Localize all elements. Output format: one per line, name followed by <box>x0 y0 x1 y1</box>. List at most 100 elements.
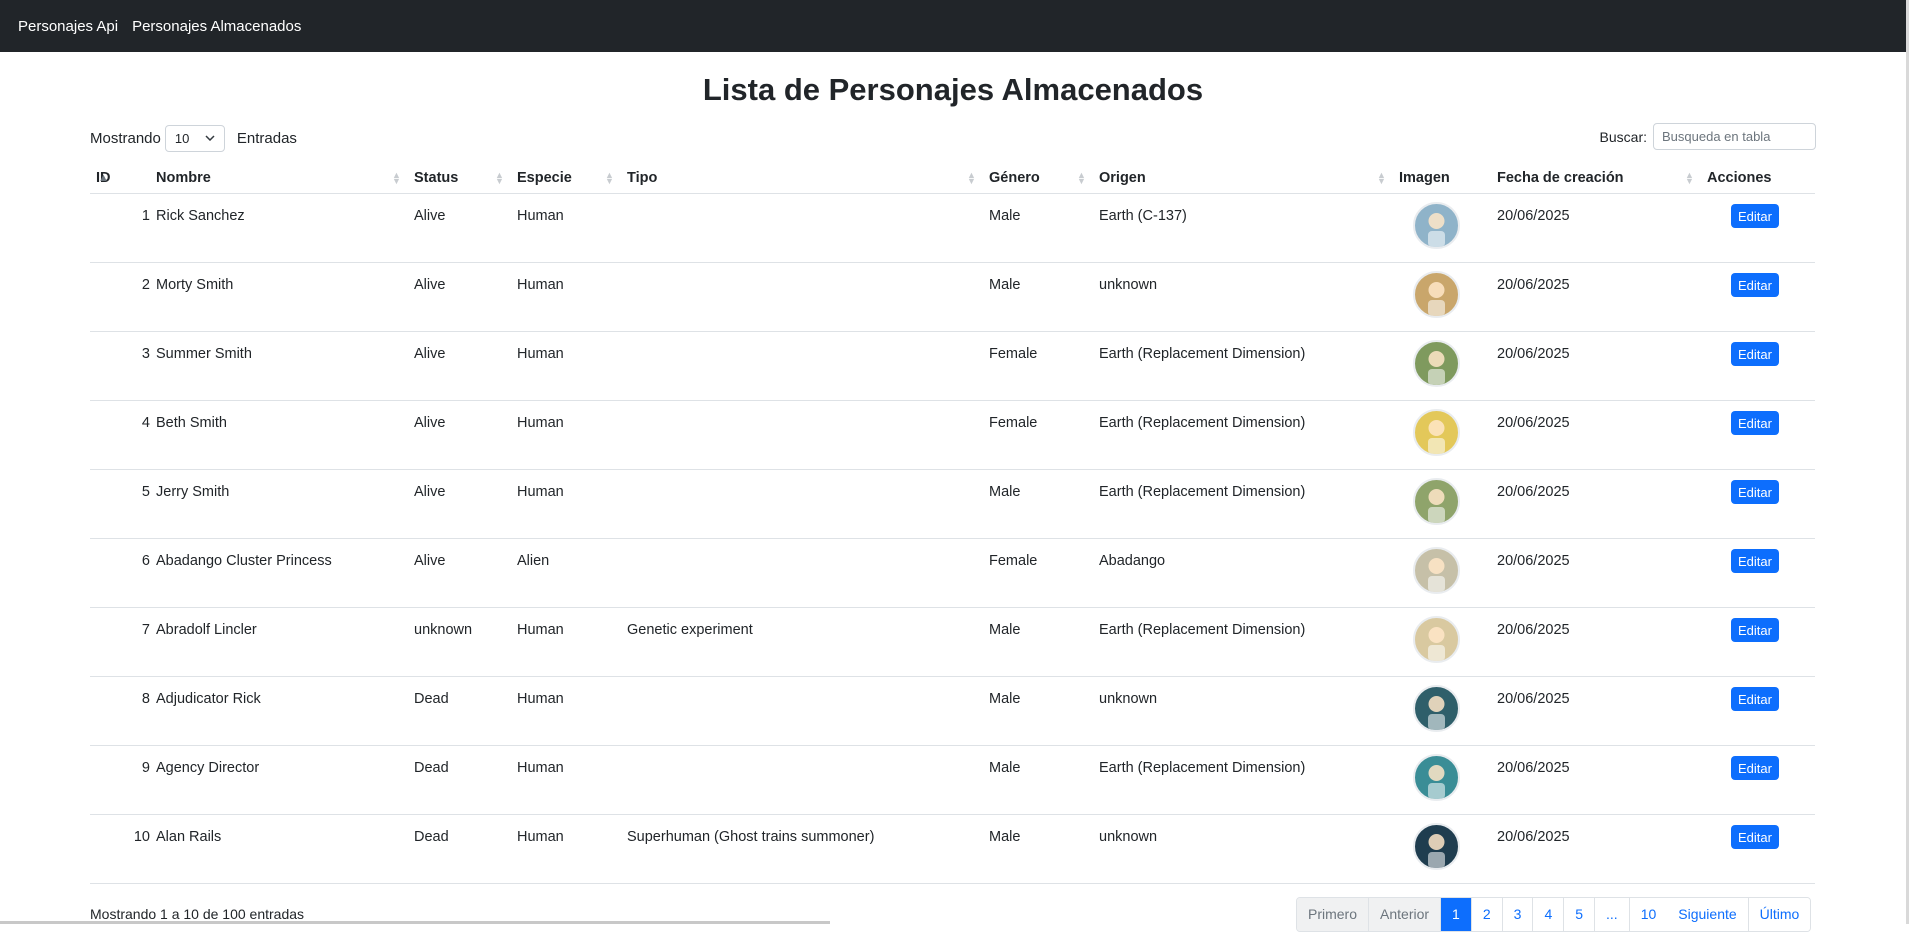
search-input[interactable] <box>1653 123 1816 150</box>
pagination-page[interactable]: 4 <box>1533 898 1565 931</box>
sort-icon: ▲ ▼ <box>1377 170 1386 186</box>
cell-id: 6 <box>90 538 150 608</box>
column-header-id[interactable]: ▲ ID <box>90 162 150 194</box>
cell-fecha: 20/06/2025 <box>1491 538 1701 608</box>
table-row: 10 Alan Rails Dead Human Superhuman (Ghost t… <box>90 814 1815 884</box>
column-header-origen[interactable]: Origen ▲ ▼ <box>1093 162 1393 194</box>
cell-nombre: Adjudicator Rick <box>150 676 408 746</box>
table-search-control: Buscar: <box>1600 123 1816 150</box>
column-header-status[interactable]: Status ▲ ▼ <box>408 162 511 194</box>
cell-fecha: 20/06/2025 <box>1491 745 1701 815</box>
cell-tipo <box>621 469 983 539</box>
column-header-genero[interactable]: Género ▲ ▼ <box>983 162 1093 194</box>
cell-origen: unknown <box>1093 814 1393 884</box>
character-avatar <box>1413 409 1460 456</box>
pagination-last[interactable]: Último <box>1748 898 1811 931</box>
nav-link-personajes-api[interactable]: Personajes Api <box>18 18 118 35</box>
cell-origen: Earth (C-137) <box>1093 193 1393 263</box>
search-label: Buscar: <box>1599 128 1647 145</box>
cell-especie: Human <box>511 469 621 539</box>
cell-status: unknown <box>408 607 511 677</box>
pagination-next[interactable]: Siguiente <box>1667 898 1749 931</box>
cell-status: Dead <box>408 814 511 884</box>
pagination-page[interactable]: 5 <box>1564 898 1596 931</box>
cell-acciones: Editar <box>1701 262 1815 332</box>
cell-acciones: Editar <box>1701 400 1815 470</box>
cell-especie: Human <box>511 745 621 815</box>
pagination-page[interactable]: 3 <box>1502 898 1534 931</box>
edit-button[interactable]: Editar <box>1731 273 1779 297</box>
sort-icon: ▲ ▼ <box>1077 170 1086 186</box>
cell-nombre: Morty Smith <box>150 262 408 332</box>
cell-status: Alive <box>408 538 511 608</box>
cell-nombre: Abadango Cluster Princess <box>150 538 408 608</box>
cell-nombre: Summer Smith <box>150 331 408 401</box>
cell-status: Dead <box>408 676 511 746</box>
sort-icon: ▲ ▼ <box>967 170 976 186</box>
cell-nombre: Beth Smith <box>150 400 408 470</box>
cell-status: Dead <box>408 745 511 815</box>
cell-nombre: Abradolf Lincler <box>150 607 408 677</box>
cell-status: Alive <box>408 331 511 401</box>
edit-button[interactable]: Editar <box>1731 411 1779 435</box>
cell-fecha: 20/06/2025 <box>1491 814 1701 884</box>
cell-acciones: Editar <box>1701 745 1815 815</box>
cell-id: 8 <box>90 676 150 746</box>
pagination-previous[interactable]: Anterior <box>1369 898 1442 931</box>
cell-genero: Female <box>983 400 1093 470</box>
edit-button[interactable]: Editar <box>1731 549 1779 573</box>
cell-id: 3 <box>90 331 150 401</box>
entries-length-control: Mostrando 10 Entradas <box>90 124 297 152</box>
edit-button[interactable]: Editar <box>1731 480 1779 504</box>
pagination-page[interactable]: 2 <box>1471 898 1503 931</box>
edit-button[interactable]: Editar <box>1731 618 1779 642</box>
cell-imagen <box>1393 607 1491 677</box>
edit-button[interactable]: Editar <box>1731 687 1779 711</box>
character-avatar <box>1413 685 1460 732</box>
cell-status: Alive <box>408 262 511 332</box>
column-header-fecha[interactable]: Fecha de creación ▲ ▼ <box>1491 162 1701 194</box>
chevron-down-icon <box>205 135 215 141</box>
cell-nombre: Alan Rails <box>150 814 408 884</box>
cell-acciones: Editar <box>1701 607 1815 677</box>
cell-acciones: Editar <box>1701 331 1815 401</box>
cell-acciones: Editar <box>1701 814 1815 884</box>
cell-imagen <box>1393 262 1491 332</box>
table-row: 9 Agency Director Dead Human Male Earth (Repl… <box>90 745 1815 815</box>
cell-origen: unknown <box>1093 262 1393 332</box>
cell-imagen <box>1393 400 1491 470</box>
character-avatar <box>1413 340 1460 387</box>
cell-genero: Male <box>983 814 1093 884</box>
cell-fecha: 20/06/2025 <box>1491 607 1701 677</box>
cell-tipo <box>621 745 983 815</box>
cell-imagen <box>1393 193 1491 263</box>
pagination-first[interactable]: Primero <box>1297 898 1370 931</box>
cell-tipo <box>621 676 983 746</box>
cell-origen: Abadango <box>1093 538 1393 608</box>
pagination: Primero Anterior 1 2 3 4 5... 10 Siguiente Úl… <box>1296 897 1812 932</box>
entries-per-page-select[interactable]: 10 <box>164 124 225 152</box>
pagination-page[interactable]: 1 <box>1441 898 1472 931</box>
table-row: 7 Abradolf Lincler unknown Human Genetic exp… <box>90 607 1815 677</box>
cell-status: Alive <box>408 400 511 470</box>
cell-imagen <box>1393 331 1491 401</box>
sort-icon: ▲ ▼ <box>605 170 614 186</box>
column-header-especie[interactable]: Especie ▲ ▼ <box>511 162 621 194</box>
column-header-tipo[interactable]: Tipo ▲ ▼ <box>621 162 983 194</box>
pagination-page[interactable]: 10 <box>1629 898 1668 931</box>
cell-tipo <box>621 331 983 401</box>
characters-table: ▲ ID Nombre ▲ ▼ Status ▲ ▼ Especie ▲ ▼ Tipo ▲ ▼ … <box>90 162 1815 884</box>
cell-acciones: Editar <box>1701 538 1815 608</box>
column-header-nombre[interactable]: Nombre ▲ ▼ <box>150 162 408 194</box>
cell-tipo: Superhuman (Ghost trains summoner) <box>621 814 983 884</box>
edit-button[interactable]: Editar <box>1731 342 1779 366</box>
nav-link-personajes-almacenados[interactable]: Personajes Almacenados <box>132 18 301 35</box>
edit-button[interactable]: Editar <box>1731 825 1779 849</box>
edit-button[interactable]: Editar <box>1731 204 1779 228</box>
cell-genero: Male <box>983 676 1093 746</box>
character-portrait-icon <box>1428 282 1445 316</box>
character-avatar <box>1413 754 1460 801</box>
cell-tipo <box>621 400 983 470</box>
edit-button[interactable]: Editar <box>1731 756 1779 780</box>
column-header-imagen: Imagen <box>1393 162 1491 194</box>
